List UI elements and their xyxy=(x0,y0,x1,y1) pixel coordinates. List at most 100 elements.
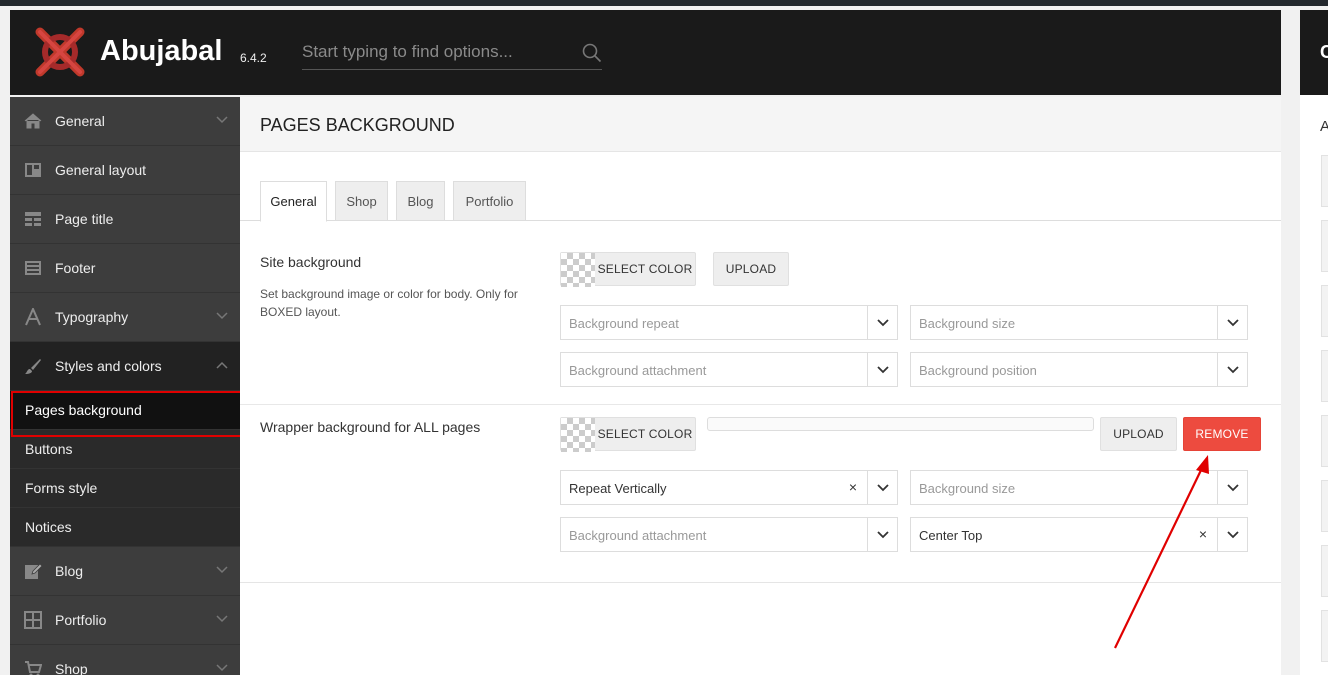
chevron-down-icon xyxy=(216,312,228,320)
chevron-down-icon xyxy=(216,615,228,623)
chevron-down-icon xyxy=(877,531,889,539)
chevron-down-icon xyxy=(1227,484,1239,492)
secondary-panel-row[interactable] xyxy=(1321,350,1328,402)
wrapper-upload-button[interactable]: UPLOAD xyxy=(1100,417,1177,451)
select-placeholder: Background attachment xyxy=(569,363,707,378)
sidebar-item-general[interactable]: General xyxy=(10,97,240,146)
wrapper-remove-button[interactable]: REMOVE xyxy=(1183,417,1261,451)
secondary-panel-row[interactable] xyxy=(1321,480,1328,532)
sidebar-subitem-notices[interactable]: Notices xyxy=(10,508,240,547)
footer-icon xyxy=(25,261,41,275)
tab-blog[interactable]: Blog xyxy=(396,181,445,221)
sidebar-subitem-forms-style[interactable]: Forms style xyxy=(10,469,240,508)
dropdown-toggle[interactable] xyxy=(867,353,897,386)
section-divider xyxy=(240,582,1281,583)
app-version: 6.4.2 xyxy=(240,51,267,65)
secondary-panel: C A xyxy=(1300,10,1328,675)
panel-header: Abujabal 6.4.2 xyxy=(10,10,1281,95)
select-placeholder: Background size xyxy=(919,481,1016,496)
brush-icon xyxy=(25,359,41,374)
search-icon[interactable] xyxy=(582,43,602,63)
logo-icon xyxy=(35,27,85,77)
secondary-panel-label: A xyxy=(1320,118,1328,135)
wrapper-background-title: Wrapper background for ALL pages xyxy=(260,419,481,435)
secondary-panel-row[interactable] xyxy=(1321,220,1328,272)
wrapper-image-url-field[interactable] xyxy=(707,417,1094,431)
wrapper-background-size-select[interactable]: Background size xyxy=(910,470,1248,505)
site-select-color-button[interactable]: SELECT COLOR xyxy=(560,252,696,287)
sidebar-item-label: Portfolio xyxy=(55,612,107,628)
search-box xyxy=(302,40,602,70)
wrapper-background-repeat-select[interactable]: Repeat Vertically × xyxy=(560,470,898,505)
chevron-down-icon xyxy=(216,566,228,574)
wrapper-background-position-select[interactable]: Center Top × xyxy=(910,517,1248,552)
secondary-panel-title: C xyxy=(1320,42,1328,62)
home-icon xyxy=(24,113,42,129)
main-panel: PAGES BACKGROUND General Shop Blog Portf… xyxy=(240,97,1281,675)
wrapper-select-color-button[interactable]: SELECT COLOR xyxy=(560,417,696,452)
site-background-attachment-select[interactable]: Background attachment xyxy=(560,352,898,387)
top-admin-bar xyxy=(0,0,1328,6)
site-background-repeat-select[interactable]: Background repeat xyxy=(560,305,898,340)
section-header: PAGES BACKGROUND xyxy=(240,97,1281,152)
layout-icon xyxy=(25,163,41,177)
select-placeholder: Background repeat xyxy=(569,316,679,331)
site-background-position-select[interactable]: Background position xyxy=(910,352,1248,387)
sidebar-item-portfolio[interactable]: Portfolio xyxy=(10,596,240,645)
sidebar-item-footer[interactable]: Footer xyxy=(10,244,240,293)
sidebar-item-label: General layout xyxy=(55,162,147,178)
grid-icon xyxy=(24,611,42,629)
tab-shop[interactable]: Shop xyxy=(335,181,388,221)
secondary-panel-row[interactable] xyxy=(1321,155,1328,207)
sidebar-item-label: Shop xyxy=(55,661,88,675)
section-divider xyxy=(240,404,1281,405)
color-swatch xyxy=(561,418,595,452)
color-swatch xyxy=(561,253,595,287)
tab-portfolio[interactable]: Portfolio xyxy=(453,181,526,221)
dropdown-toggle[interactable] xyxy=(1217,518,1247,551)
sidebar-item-typography[interactable]: Typography xyxy=(10,293,240,342)
sidebar-item-styles-and-colors[interactable]: Styles and colors xyxy=(10,342,240,391)
secondary-panel-row[interactable] xyxy=(1321,415,1328,467)
secondary-panel-header: C xyxy=(1300,10,1328,95)
dropdown-toggle[interactable] xyxy=(1217,353,1247,386)
site-upload-button[interactable]: UPLOAD xyxy=(713,252,789,286)
sidebar-item-label: Page title xyxy=(55,211,114,227)
sidebar-item-blog[interactable]: Blog xyxy=(10,547,240,596)
select-placeholder: Background size xyxy=(919,316,1016,331)
sidebar-item-label: Footer xyxy=(55,260,96,276)
tab-general[interactable]: General xyxy=(260,181,327,222)
site-background-desc: Set background image or color for body. … xyxy=(260,287,518,319)
button-label: SELECT COLOR xyxy=(597,262,693,276)
dropdown-toggle[interactable] xyxy=(867,471,897,504)
dropdown-toggle[interactable] xyxy=(867,518,897,551)
sidebar-item-shop[interactable]: Shop xyxy=(10,645,240,675)
dropdown-toggle[interactable] xyxy=(1217,471,1247,504)
sidebar-item-page-title[interactable]: Page title xyxy=(10,195,240,244)
chevron-down-icon xyxy=(1227,319,1239,327)
sidebar-item-general-layout[interactable]: General layout xyxy=(10,146,240,195)
wrapper-background-attachment-select[interactable]: Background attachment xyxy=(560,517,898,552)
secondary-panel-row[interactable] xyxy=(1321,285,1328,337)
dropdown-toggle[interactable] xyxy=(1217,306,1247,339)
sidebar-item-label: General xyxy=(55,113,105,129)
annotation-highlight-box xyxy=(11,391,244,437)
clear-icon[interactable]: × xyxy=(849,479,857,495)
site-background-size-select[interactable]: Background size xyxy=(910,305,1248,340)
page-title: PAGES BACKGROUND xyxy=(260,115,455,135)
secondary-panel-row[interactable] xyxy=(1321,545,1328,597)
dropdown-toggle[interactable] xyxy=(867,306,897,339)
site-background-title: Site background xyxy=(260,254,362,270)
select-placeholder: Background attachment xyxy=(569,528,707,543)
secondary-panel-row[interactable] xyxy=(1321,610,1328,662)
app-name: Abujabal xyxy=(100,35,223,67)
select-value: Repeat Vertically xyxy=(569,481,667,496)
clear-icon[interactable]: × xyxy=(1199,526,1207,542)
sidebar-item-label: Typography xyxy=(55,309,129,325)
typography-icon xyxy=(25,308,41,326)
sidebar-item-label: Styles and colors xyxy=(55,358,162,374)
button-label: SELECT COLOR xyxy=(597,427,693,441)
chevron-up-icon xyxy=(216,361,228,369)
page-title-icon xyxy=(25,212,41,226)
search-input[interactable] xyxy=(302,40,572,62)
